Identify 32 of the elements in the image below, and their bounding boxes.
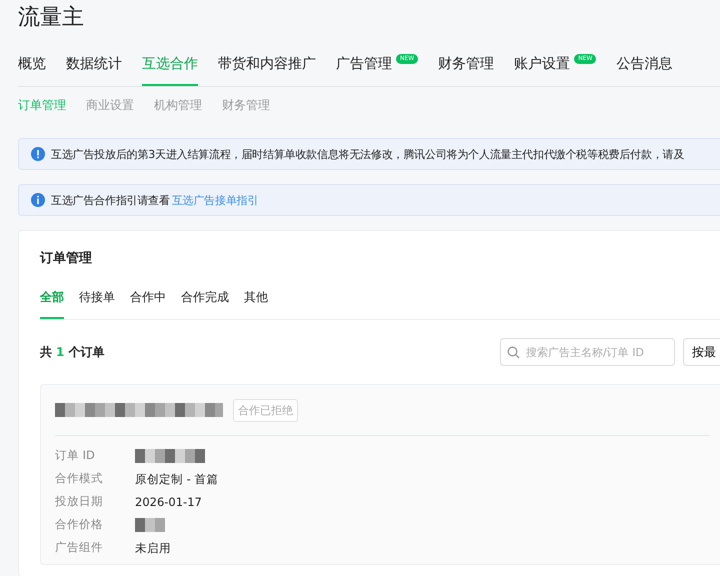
filter-tab[interactable]: 其他 [244,289,268,317]
filter-tab[interactable]: 合作完成 [181,289,229,317]
panel-title: 订单管理 [40,250,93,268]
field-label: 广告组件 [55,540,103,556]
nav-tab[interactable]: 概览 [18,54,46,84]
info-icon [31,193,45,207]
order-count: 1 [56,345,64,359]
field-label: 订单 ID [55,448,95,464]
warning-icon [31,147,45,161]
nav-tab[interactable]: 公告消息 [616,54,672,84]
nav-tab[interactable]: 带货和内容推广 [218,54,316,84]
search-field[interactable]: 搜索广告主名称/订单 ID [500,338,675,366]
field-value: 未启用 [135,540,171,556]
field-label: 投放日期 [55,494,103,510]
field-label: 合作价格 [55,517,103,533]
nav-tab[interactable]: 数据统计 [66,54,122,84]
field-label: 合作模式 [55,471,103,487]
field-value: 原创定制 - 首篇 [135,471,218,487]
nav-tab[interactable]: 财务管理 [438,54,494,84]
sort-button[interactable]: 按最 [683,338,720,366]
redacted-value-drawing [135,449,205,463]
search-icon [507,346,520,359]
count-label: 个订单 [68,344,104,360]
app-title: 流量主 [18,4,85,32]
field-value: 2026-01-17 [135,494,202,510]
redacted-value-drawing [135,518,165,532]
count-label: 共 [40,344,52,360]
filter-tab[interactable]: 待接单 [79,289,115,317]
filter-tab[interactable]: 合作中 [130,289,166,317]
status-tag: 合作已拒绝 [233,398,298,422]
notice-text: 互选广告合作指引请查看 [51,192,170,208]
notice-text: 互选广告投放后的第3天进入结算流程，届时结算单收款信息将无法修改，腾讯公司将为个人流量主代扣代缴个税等税费后付款，请及 [51,146,684,162]
